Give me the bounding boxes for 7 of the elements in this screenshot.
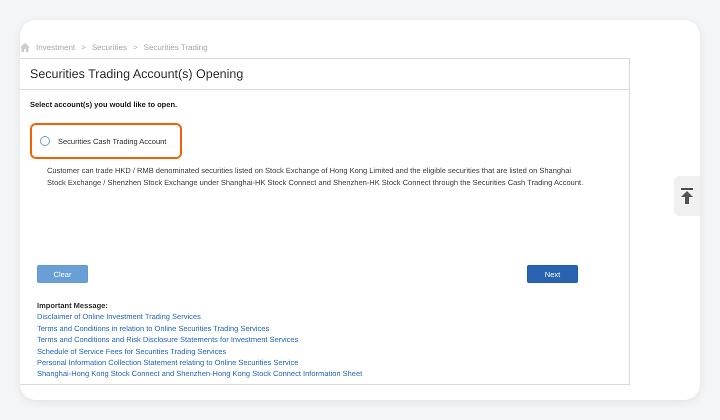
breadcrumb-separator: > [132,42,138,52]
panel-title: Securities Trading Account(s) Opening [20,59,629,90]
arrow-up-icon [680,188,694,204]
breadcrumb-separator: > [81,42,86,52]
radio-button[interactable] [40,136,50,146]
back-to-top-button[interactable] [674,176,700,216]
home-icon[interactable] [20,42,30,52]
